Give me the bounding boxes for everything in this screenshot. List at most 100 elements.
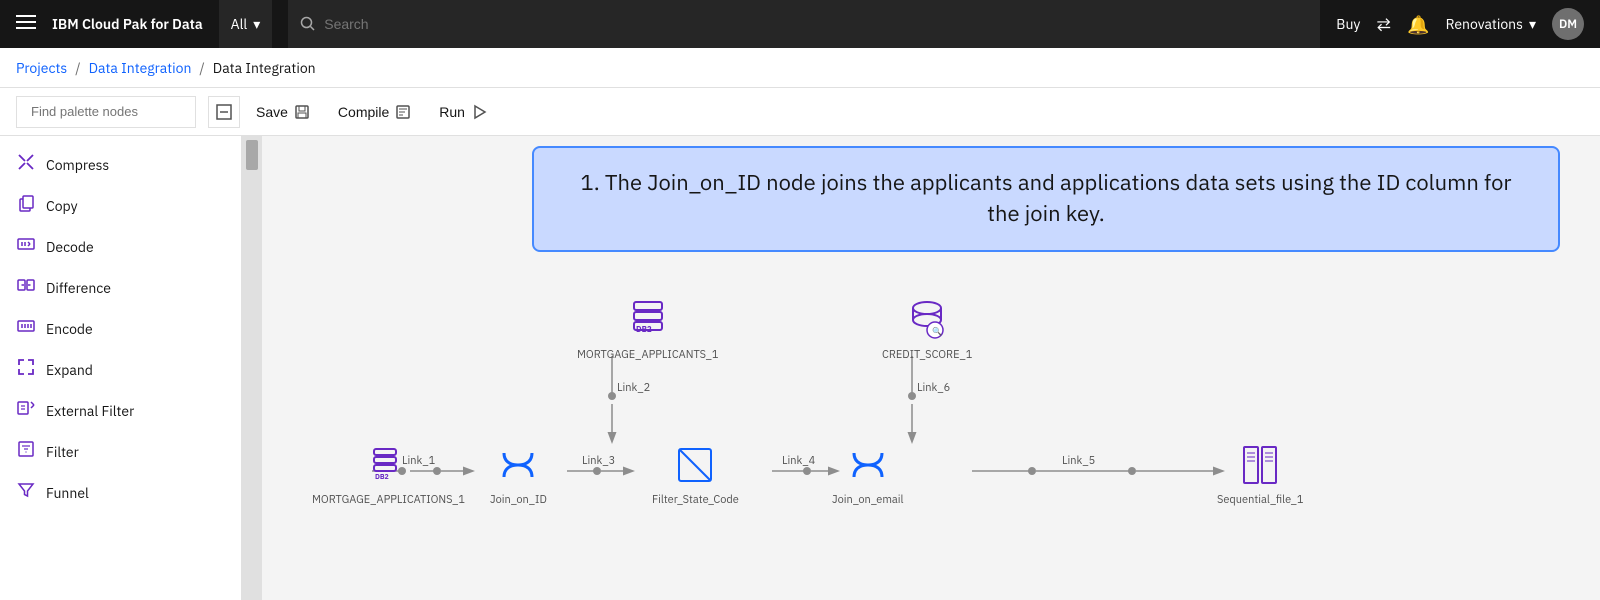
run-label: Run — [439, 104, 465, 120]
compile-label: Compile — [338, 104, 389, 120]
node-mortgage-applications-label: MORTGAGE_APPLICATIONS_1 — [312, 493, 465, 507]
decode-icon — [16, 234, 36, 259]
node-mortgage-applicants-label: MORTGAGE_APPLICANTS_1 — [577, 348, 718, 362]
palette-item-difference-label: Difference — [46, 279, 111, 297]
node-join-on-id[interactable]: Join_on_ID — [490, 441, 547, 507]
node-mortgage-applications[interactable]: DB2 MORTGAGE_APPLICATIONS_1 — [312, 441, 465, 507]
svg-text:DB2: DB2 — [375, 472, 389, 481]
compile-button[interactable]: Compile — [326, 96, 423, 128]
svg-text:DB2: DB2 — [636, 325, 652, 335]
all-dropdown[interactable]: All ▾ — [219, 0, 273, 48]
breadcrumb-sep-1: / — [75, 59, 80, 77]
palette-item-filter[interactable]: Filter — [0, 431, 241, 472]
db2-applications-icon: DB2 — [364, 441, 412, 489]
svg-text:Link_4: Link_4 — [782, 454, 816, 468]
node-mortgage-applicants[interactable]: DB2 MORTGAGE_APPLICANTS_1 — [577, 296, 718, 362]
funnel-icon — [16, 480, 36, 505]
filter-icon — [16, 439, 36, 464]
svg-text:🔍: 🔍 — [932, 326, 942, 337]
palette-item-filter-label: Filter — [46, 443, 79, 461]
breadcrumb-current: Data Integration — [213, 59, 316, 77]
palette-item-copy[interactable]: Copy — [0, 185, 241, 226]
join-email-icon — [844, 441, 892, 489]
compile-icon — [395, 104, 411, 120]
palette-item-expand[interactable]: Expand — [0, 349, 241, 390]
scroll-indicator[interactable] — [242, 136, 262, 600]
collapse-button[interactable] — [208, 96, 240, 128]
user-avatar[interactable]: DM — [1552, 8, 1584, 40]
node-credit-score[interactable]: 🔍 CREDIT_SCORE_1 — [882, 296, 972, 362]
workspace-chevron-icon: ▾ — [1529, 15, 1536, 33]
encode-icon — [16, 316, 36, 341]
palette-item-external-filter-label: External Filter — [46, 402, 134, 420]
svg-text:Link_3: Link_3 — [582, 454, 615, 468]
topnav-right: Buy ⇄ 🔔 Renovations ▾ DM — [1336, 8, 1584, 40]
node-sequential-file[interactable]: Sequential_file_1 — [1217, 441, 1303, 507]
copy-icon — [16, 193, 36, 218]
node-sequential-file-label: Sequential_file_1 — [1217, 493, 1303, 507]
palette-item-encode-label: Encode — [46, 320, 93, 338]
tooltip-text: 1. The Join_on_ID node joins the applica… — [581, 168, 1512, 228]
sequential-file-icon — [1236, 441, 1284, 489]
notification-bell-icon[interactable]: 🔔 — [1407, 13, 1429, 36]
breadcrumb-projects[interactable]: Projects — [16, 59, 67, 77]
toolbar: Save Compile Run — [0, 88, 1600, 136]
palette-search[interactable] — [16, 96, 196, 128]
db-credit-icon: 🔍 — [903, 296, 951, 344]
palette-item-compress[interactable]: Compress — [0, 144, 241, 185]
top-nav: IBM Cloud Pak for Data All ▾ Buy ⇄ 🔔 Ren… — [0, 0, 1600, 48]
svg-text:Link_2: Link_2 — [617, 381, 650, 395]
palette-panel: Compress Copy Decode Difference — [0, 136, 242, 600]
save-label: Save — [256, 104, 288, 120]
run-icon — [471, 104, 487, 120]
buy-link[interactable]: Buy — [1336, 15, 1360, 33]
node-join-on-email[interactable]: Join_on_email — [832, 441, 904, 507]
save-icon — [294, 104, 310, 120]
breadcrumb-data-integration[interactable]: Data Integration — [89, 59, 192, 77]
filter-state-icon — [671, 441, 719, 489]
palette-item-decode-label: Decode — [46, 238, 94, 256]
palette-item-funnel[interactable]: Funnel — [0, 472, 241, 513]
breadcrumb-sep-2: / — [199, 59, 204, 77]
tooltip-balloon: 1. The Join_on_ID node joins the applica… — [532, 146, 1560, 252]
join-id-icon — [494, 441, 542, 489]
workspace-label: Renovations — [1446, 15, 1523, 33]
palette-item-expand-label: Expand — [46, 361, 93, 379]
node-join-id-label: Join_on_ID — [490, 493, 547, 507]
flow-canvas[interactable]: 1. The Join_on_ID node joins the applica… — [242, 136, 1600, 600]
collapse-icon — [216, 104, 232, 120]
chevron-down-icon: ▾ — [253, 15, 260, 33]
palette-item-external-filter[interactable]: External Filter — [0, 390, 241, 431]
palette-search-input[interactable] — [31, 104, 207, 119]
node-credit-score-label: CREDIT_SCORE_1 — [882, 348, 972, 362]
dropdown-label: All — [231, 15, 248, 33]
external-filter-icon — [16, 398, 36, 423]
brand-name: IBM Cloud Pak for Data — [52, 15, 203, 33]
compress-icon — [16, 152, 36, 177]
palette-item-decode[interactable]: Decode — [0, 226, 241, 267]
hamburger-menu-icon[interactable] — [16, 12, 36, 37]
difference-icon — [16, 275, 36, 300]
save-button[interactable]: Save — [244, 96, 322, 128]
scroll-thumb — [246, 140, 258, 170]
toolbar-actions: Save Compile Run — [208, 96, 499, 128]
main-layout: Compress Copy Decode Difference — [0, 136, 1600, 600]
palette-item-copy-label: Copy — [46, 197, 78, 215]
node-filter-state-code[interactable]: Filter_State_Code — [652, 441, 739, 507]
global-search[interactable] — [288, 0, 1320, 48]
breadcrumb: Projects / Data Integration / Data Integ… — [0, 48, 1600, 88]
palette-item-funnel-label: Funnel — [46, 484, 89, 502]
palette-item-difference[interactable]: Difference — [0, 267, 241, 308]
db2-applicants-icon: DB2 — [624, 296, 672, 344]
global-search-input[interactable] — [324, 16, 1308, 32]
palette-item-encode[interactable]: Encode — [0, 308, 241, 349]
flow-diagram: Link_2 Link_6 Link_1 Link_3 — [272, 296, 1600, 600]
transfer-icon[interactable]: ⇄ — [1376, 13, 1391, 36]
node-filter-state-label: Filter_State_Code — [652, 493, 739, 507]
svg-text:Link_5: Link_5 — [1062, 454, 1095, 468]
palette-item-compress-label: Compress — [46, 156, 109, 174]
svg-text:Link_6: Link_6 — [917, 381, 950, 395]
run-button[interactable]: Run — [427, 96, 499, 128]
workspace-switcher[interactable]: Renovations ▾ — [1446, 15, 1536, 33]
node-join-email-label: Join_on_email — [832, 493, 904, 507]
